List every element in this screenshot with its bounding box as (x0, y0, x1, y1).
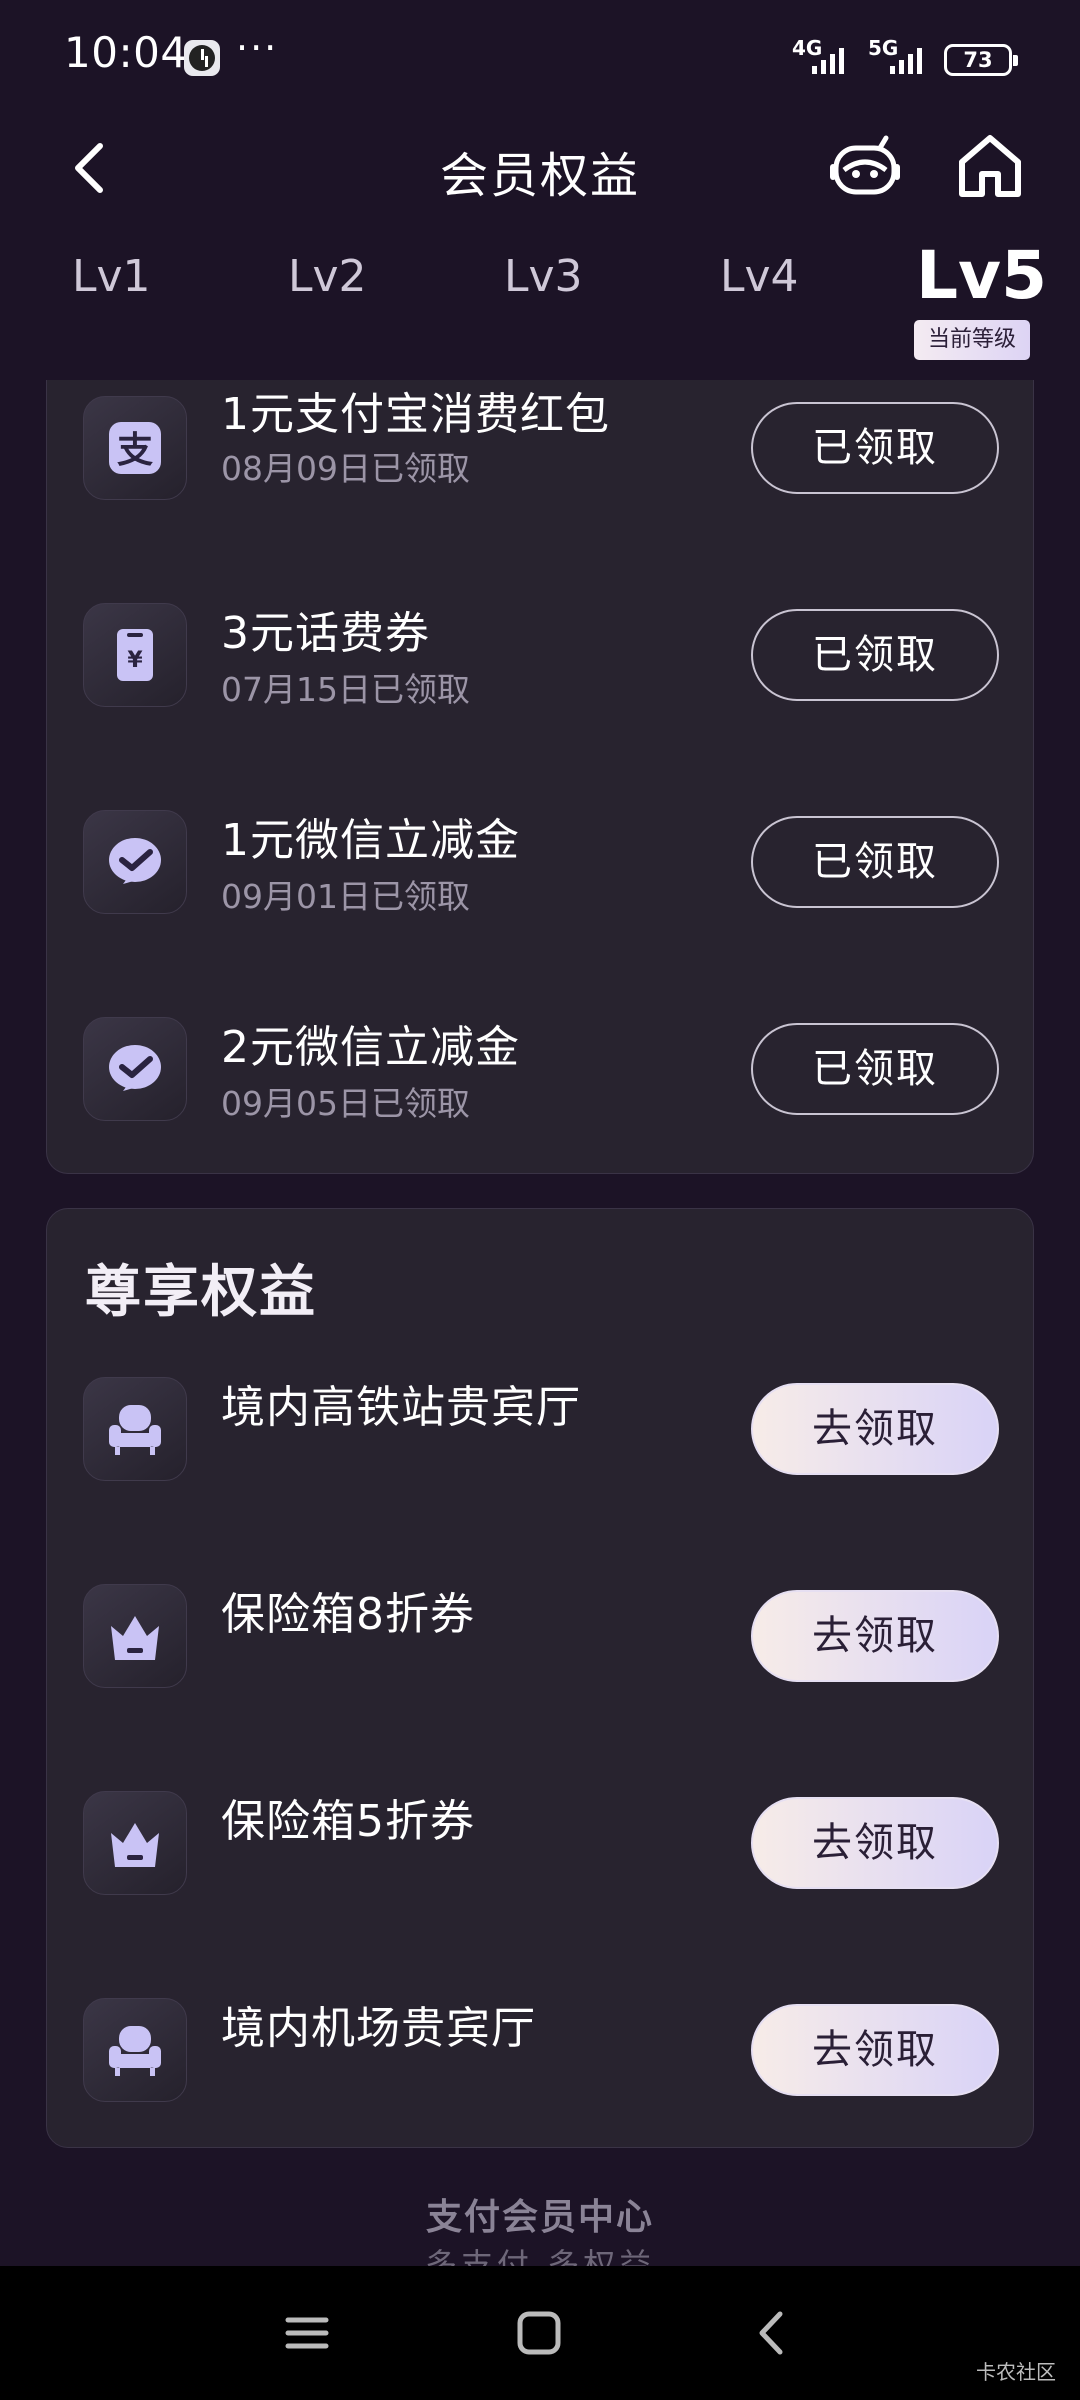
tab-lv3[interactable]: Lv3 (504, 251, 583, 302)
claimed-button[interactable]: 已领取 (751, 816, 999, 908)
tab-lv5[interactable]: Lv5 (916, 237, 1047, 314)
benefit-row: 保险箱8折券 去领取 (47, 1578, 1035, 1698)
claimed-button[interactable]: 已领取 (751, 1023, 999, 1115)
benefit-row: 保险箱5折券 去领取 (47, 1785, 1035, 1905)
menu-icon (285, 2317, 329, 2349)
sofa-icon (83, 1998, 187, 2102)
wechat-pay-icon (83, 810, 187, 914)
benefit-subtitle: 09月01日已领取 (221, 877, 470, 916)
home-nav-button[interactable] (506, 2300, 572, 2366)
benefit-row: ¥ 3元话费券 07月15日已领取 已领取 (47, 597, 1035, 717)
battery-icon: 73 (944, 44, 1018, 76)
sofa-icon (83, 1377, 187, 1481)
current-level-badge: 当前等级 (914, 320, 1030, 360)
benefit-title: 2元微信立减金 (221, 1022, 520, 1073)
back-nav-button[interactable] (738, 2300, 804, 2366)
benefit-subtitle: 07月15日已领取 (221, 670, 470, 709)
crown-icon (83, 1791, 187, 1895)
robot-icon (830, 135, 900, 195)
clock-app-icon (184, 40, 220, 76)
claim-button[interactable]: 去领取 (751, 2004, 999, 2096)
recent-apps-button[interactable] (274, 2300, 340, 2366)
home-button[interactable] (952, 128, 1028, 204)
benefit-subtitle: 08月09日已领取 (221, 449, 470, 488)
watermark-text: 卡农社区 (976, 2360, 1056, 2384)
premium-benefits-card: 尊享权益 境内高铁站贵宾厅 去领取 保险箱8折券 去领取 保险箱5折券 去领取 (46, 1208, 1034, 2148)
benefit-title: 1元微信立减金 (221, 815, 520, 866)
status-bar: 10:04 ··· 4G 5G 73 (0, 0, 1080, 118)
benefit-row: 支 1元支付宝消费红包 08月09日已领取 已领取 (47, 389, 1035, 510)
wechat-pay-icon (83, 1017, 187, 1121)
claimed-button[interactable]: 已领取 (751, 609, 999, 701)
svg-text:¥: ¥ (127, 648, 143, 673)
alipay-icon: 支 (83, 396, 187, 500)
benefit-row: 1元微信立减金 09月01日已领取 已领取 (47, 804, 1035, 924)
benefit-title: 境内高铁站贵宾厅 (221, 1382, 581, 1433)
benefit-row: 2元微信立减金 09月05日已领取 已领取 (47, 1011, 1035, 1131)
more-notifications-icon: ··· (236, 26, 279, 70)
footer-brand: 支付会员中心 (425, 2197, 654, 2238)
tab-lv1[interactable]: Lv1 (72, 251, 151, 302)
footer-slogan: 多支付 多权益 (424, 2246, 656, 2266)
title-bar: 会员权益 (0, 118, 1080, 218)
crown-icon (83, 1584, 187, 1688)
level-tabs: Lv1 Lv2 Lv3 Lv4 Lv5 当前等级 (0, 225, 1080, 365)
home-icon (959, 135, 1021, 197)
tab-lv4[interactable]: Lv4 (720, 251, 799, 302)
claim-button[interactable]: 去领取 (751, 1590, 999, 1682)
claimed-button[interactable]: 已领取 (751, 402, 999, 494)
basic-benefits-card: 支 1元支付宝消费红包 08月09日已领取 已领取 ¥ 3元话费券 07月15日… (46, 380, 1034, 1174)
phone-bill-icon: ¥ (83, 603, 187, 707)
section-title: 尊享权益 (85, 1260, 317, 1325)
app-screen: 10:04 ··· 4G 5G 73 会员权益 Lv1 Lv2 Lv3 Lv4 … (0, 0, 1080, 2400)
benefit-title: 境内机场贵宾厅 (221, 2003, 536, 2054)
claim-button[interactable]: 去领取 (751, 1383, 999, 1475)
page-title: 会员权益 (439, 148, 640, 204)
tab-lv2[interactable]: Lv2 (288, 251, 367, 302)
back-chevron-icon (759, 2311, 783, 2355)
benefit-title: 1元支付宝消费红包 (221, 389, 610, 440)
benefit-row: 境内高铁站贵宾厅 去领取 (47, 1371, 1035, 1491)
status-time: 10:04 (64, 28, 188, 77)
square-home-icon (517, 2311, 561, 2355)
signal-strength-icon (890, 46, 922, 74)
assistant-robot-button[interactable] (826, 130, 904, 208)
svg-text:支: 支 (117, 430, 153, 471)
system-nav-bar (0, 2266, 1080, 2400)
signal-strength-icon (812, 46, 844, 74)
benefit-subtitle: 09月05日已领取 (221, 1084, 470, 1123)
benefit-title: 3元话费券 (221, 608, 430, 659)
benefit-title: 保险箱8折券 (221, 1589, 475, 1640)
benefit-row: 境内机场贵宾厅 去领取 (47, 1992, 1035, 2112)
benefit-title: 保险箱5折券 (221, 1796, 475, 1847)
claim-button[interactable]: 去领取 (751, 1797, 999, 1889)
